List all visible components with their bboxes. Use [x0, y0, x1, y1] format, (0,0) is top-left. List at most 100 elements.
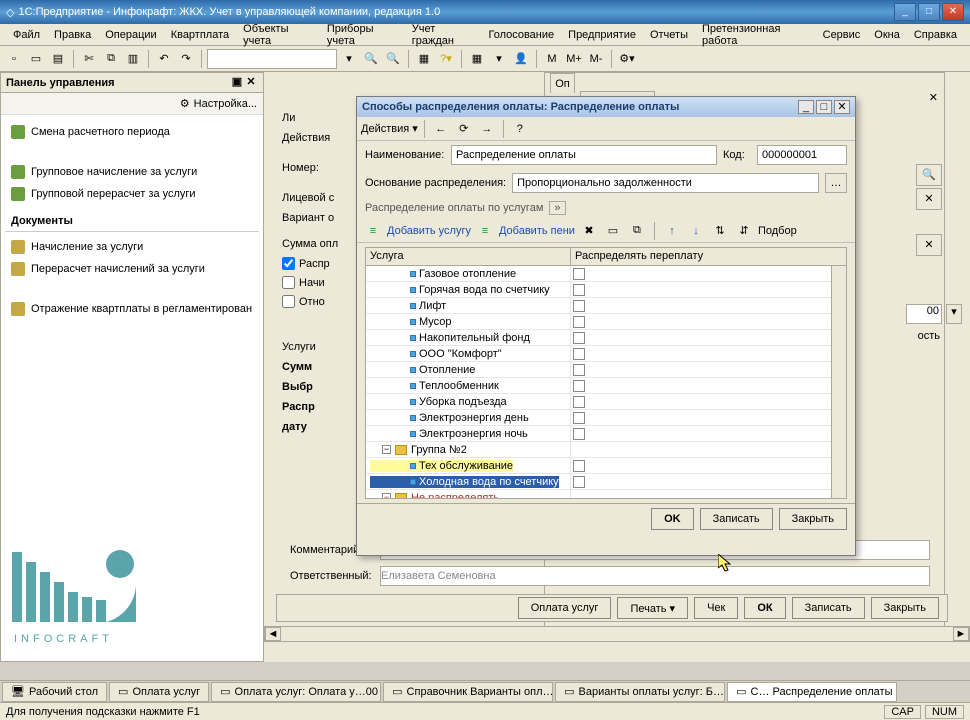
- overpay-checkbox[interactable]: [573, 284, 585, 296]
- maximize-button[interactable]: □: [918, 3, 940, 21]
- bg-btn-save[interactable]: Записать: [792, 597, 865, 619]
- bg-chk-raspr[interactable]: [282, 257, 295, 270]
- user-icon[interactable]: 👤: [511, 49, 531, 69]
- table-row[interactable]: Газовое отопление: [366, 266, 846, 282]
- bg-btn-print[interactable]: Печать ▾: [617, 597, 688, 619]
- dlg-min-icon[interactable]: _: [798, 100, 814, 114]
- paste-icon[interactable]: ▥: [123, 49, 143, 69]
- table-row[interactable]: Тех обслуживание: [366, 458, 846, 474]
- base-input[interactable]: [512, 173, 819, 193]
- nav-group-charge[interactable]: Групповое начисление за услуги: [5, 161, 259, 183]
- menu-windows[interactable]: Окна: [867, 26, 907, 44]
- bg-btn-payment[interactable]: Оплата услуг: [518, 597, 612, 619]
- bg-btn-check[interactable]: Чек: [694, 597, 738, 619]
- del-row-icon[interactable]: ✖: [579, 221, 599, 241]
- tab-variants[interactable]: ▭Варианты оплаты услуг: Б…: [555, 682, 725, 702]
- menu-voting[interactable]: Голосование: [481, 26, 561, 44]
- new-icon[interactable]: ▫: [4, 49, 24, 69]
- col-service[interactable]: Услуга: [366, 248, 571, 265]
- dlg-close-icon[interactable]: ✕: [834, 100, 850, 114]
- add-penalty-link[interactable]: Добавить пени: [499, 225, 575, 237]
- table-row[interactable]: ООО "Комфорт": [366, 346, 846, 362]
- copy-icon[interactable]: ⧉: [101, 49, 121, 69]
- section-expand-button[interactable]: »: [549, 201, 565, 215]
- bg-btn-3[interactable]: ✕: [916, 234, 942, 256]
- overpay-checkbox[interactable]: [573, 348, 585, 360]
- panel-config-link[interactable]: Настройка...: [194, 98, 257, 110]
- overpay-checkbox[interactable]: [573, 332, 585, 344]
- nav-group-recalc[interactable]: Групповой перерасчет за услуги: [5, 183, 259, 205]
- table-row[interactable]: −Не распределять: [366, 490, 846, 498]
- bg-chk-otno[interactable]: [282, 295, 295, 308]
- font-mminus-button[interactable]: М-: [586, 49, 606, 69]
- grid-scrollbar[interactable]: [831, 266, 846, 498]
- menu-claims[interactable]: Претензионная работа: [695, 20, 816, 50]
- open-icon[interactable]: ▭: [26, 49, 46, 69]
- tab-payment[interactable]: ▭Оплата услуг: [109, 682, 209, 702]
- responsible-input[interactable]: [380, 566, 930, 586]
- menu-edit[interactable]: Правка: [47, 26, 98, 44]
- add-service-link[interactable]: Добавить услугу: [387, 225, 471, 237]
- panel-pin-icon[interactable]: ▣: [230, 76, 244, 90]
- table-row[interactable]: Электроэнергия день: [366, 410, 846, 426]
- calendar-icon[interactable]: ▦: [467, 49, 487, 69]
- save-icon[interactable]: ▤: [48, 49, 68, 69]
- table-row[interactable]: −Группа №2: [366, 442, 846, 458]
- tab-ref-variants[interactable]: ▭Справочник Варианты опл…: [383, 682, 553, 702]
- nav-change-period[interactable]: Смена расчетного периода: [5, 121, 259, 143]
- table-row[interactable]: Лифт: [366, 298, 846, 314]
- panel-close-icon[interactable]: ✕: [244, 76, 258, 90]
- actions-menu[interactable]: Действия ▾: [361, 122, 418, 135]
- overpay-checkbox[interactable]: [573, 380, 585, 392]
- bg-btn-ok[interactable]: ОК: [744, 597, 785, 619]
- table-row[interactable]: Мусор: [366, 314, 846, 330]
- base-ellipsis-button[interactable]: …: [825, 173, 847, 193]
- sort-asc-icon[interactable]: ⇅: [710, 221, 730, 241]
- move-up-icon[interactable]: ↑: [662, 221, 682, 241]
- calc-icon[interactable]: ▦: [414, 49, 434, 69]
- search-input[interactable]: [207, 49, 337, 69]
- sort-desc-icon[interactable]: ⇵: [734, 221, 754, 241]
- settings-icon[interactable]: ⚙▾: [617, 49, 637, 69]
- bg-dropdown-icon[interactable]: ▾: [946, 304, 962, 324]
- menu-reports[interactable]: Отчеты: [643, 26, 695, 44]
- add-penalty-icon[interactable]: ≡: [475, 221, 495, 241]
- find-icon[interactable]: 🔍: [361, 49, 381, 69]
- table-row[interactable]: Электроэнергия ночь: [366, 426, 846, 442]
- font-m-button[interactable]: М: [542, 49, 562, 69]
- table-row[interactable]: Теплообменник: [366, 378, 846, 394]
- tab-distribution[interactable]: ▭С… Распределение оплаты: [727, 682, 897, 702]
- tab-payment-doc[interactable]: ▭Оплата услуг: Оплата у…00: [211, 682, 381, 702]
- table-row[interactable]: Накопительный фонд: [366, 330, 846, 346]
- nav-doc-charge[interactable]: Начисление за услуги: [5, 236, 259, 258]
- menu-meters[interactable]: Приборы учета: [320, 20, 405, 50]
- bg-btn-close[interactable]: Закрыть: [871, 597, 939, 619]
- overpay-checkbox[interactable]: [573, 428, 585, 440]
- undo-icon[interactable]: ↶: [154, 49, 174, 69]
- nav-doc-recalc[interactable]: Перерасчет начислений за услуги: [5, 258, 259, 280]
- overpay-checkbox[interactable]: [573, 396, 585, 408]
- ok-button[interactable]: OK: [651, 508, 694, 530]
- find-next-icon[interactable]: 🔍: [383, 49, 403, 69]
- folder-icon[interactable]: ▭: [603, 221, 623, 241]
- table-row[interactable]: Уборка подъезда: [366, 394, 846, 410]
- bg-close-icon[interactable]: ✕: [929, 91, 938, 104]
- select-link[interactable]: Подбор: [758, 225, 797, 237]
- date-dropdown-icon[interactable]: ▾: [489, 49, 509, 69]
- bg-btn-2[interactable]: ✕: [916, 188, 942, 210]
- q-help-icon[interactable]: ?: [510, 119, 530, 139]
- close-dialog-button[interactable]: Закрыть: [779, 508, 847, 530]
- save-button[interactable]: Записать: [700, 508, 773, 530]
- menu-enterprise[interactable]: Предприятие: [561, 26, 643, 44]
- overpay-checkbox[interactable]: [573, 300, 585, 312]
- dlg-max-icon[interactable]: □: [816, 100, 832, 114]
- menu-ops[interactable]: Операции: [98, 26, 163, 44]
- menu-objects[interactable]: Объекты учета: [236, 20, 320, 50]
- table-row[interactable]: Отопление: [366, 362, 846, 378]
- copy-row-icon[interactable]: ⧉: [627, 221, 647, 241]
- move-down-icon[interactable]: ↓: [686, 221, 706, 241]
- overpay-checkbox[interactable]: [573, 316, 585, 328]
- cut-icon[interactable]: ✄: [79, 49, 99, 69]
- font-mplus-button[interactable]: М+: [564, 49, 584, 69]
- nav-doc-reflect[interactable]: Отражение квартплаты в регламентирован: [5, 298, 259, 320]
